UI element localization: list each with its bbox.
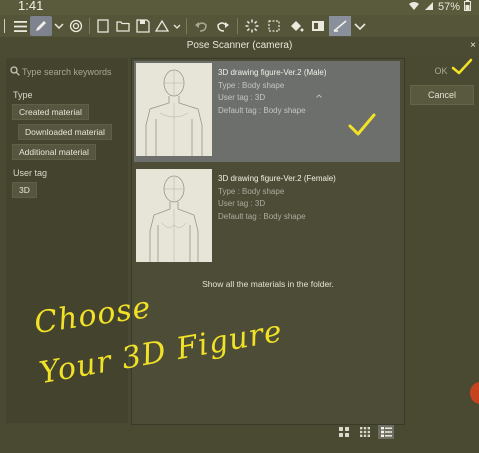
checkmark-icon	[451, 58, 473, 75]
material-name: 3D drawing figure-Ver.2 (Female)	[218, 174, 336, 183]
save-icon[interactable]	[133, 16, 153, 36]
camera-layer-icon[interactable]	[66, 16, 86, 36]
undo-icon[interactable]	[190, 16, 212, 36]
hamburger-menu-icon[interactable]	[10, 16, 30, 36]
view-mode-bar	[336, 425, 394, 439]
male-figure-thumbnail	[136, 63, 212, 156]
small-thumbnail-view-icon[interactable]	[357, 425, 373, 439]
type-label: Type	[13, 90, 33, 100]
export-icon[interactable]	[153, 16, 171, 36]
dialog-title: Pose Scanner (camera)	[186, 40, 293, 51]
close-button[interactable]: ×	[470, 37, 476, 55]
female-figure-thumbnail	[136, 169, 212, 262]
male-material-meta: 3D drawing figure-Ver.2 (Male) Type : Bo…	[218, 67, 327, 117]
type-downloaded-material-button[interactable]: Downloaded material	[18, 124, 112, 140]
user-tag-label: User tag	[13, 168, 48, 178]
material-default-tag: Default tag : Body shape	[218, 211, 306, 221]
wifi-icon	[408, 1, 420, 14]
material-user-tag: User tag : 3D	[218, 199, 266, 208]
redo-icon[interactable]	[212, 16, 234, 36]
fill-bucket-icon[interactable]	[285, 16, 307, 36]
signal-icon	[424, 1, 434, 14]
chevron-down-icon[interactable]	[351, 16, 369, 36]
checkmark-icon	[348, 113, 376, 136]
material-item-female[interactable]: 3D drawing figure-Ver.2 (Female) Type : …	[134, 167, 400, 268]
material-type: Type : Body shape	[218, 80, 285, 90]
chevron-up-icon	[316, 93, 322, 100]
user-tag-3d-button[interactable]: 3D	[12, 182, 37, 198]
battery-text: 57%	[437, 1, 460, 13]
battery-icon	[464, 0, 471, 14]
material-default-tag: Default tag : Body shape	[218, 105, 306, 115]
toolbar-divider	[186, 18, 187, 34]
open-folder-icon[interactable]	[113, 16, 133, 36]
dialog-title-bar: Pose Scanner (camera) ×	[0, 37, 479, 55]
search-field[interactable]: Type search keywords	[8, 63, 126, 81]
loading-spinner-icon[interactable]	[241, 16, 263, 36]
pen-tool-icon[interactable]	[30, 16, 52, 36]
type-created-material-button[interactable]: Created material	[12, 104, 89, 120]
layer-property-icon[interactable]	[307, 16, 329, 36]
material-type: Type : Body shape	[218, 186, 285, 196]
toolbar-divider	[237, 18, 238, 34]
show-all-link[interactable]: Show all the materials in the folder.	[132, 279, 404, 289]
search-icon	[8, 65, 22, 79]
app-toolbar	[0, 15, 479, 37]
type-additional-material-button[interactable]: Additional material	[12, 144, 96, 160]
menu-indicator-icon	[0, 16, 10, 36]
detail-list-view-icon[interactable]	[378, 425, 394, 439]
toolbar-divider	[89, 18, 90, 34]
export-dropdown-icon[interactable]	[171, 16, 183, 36]
female-material-meta: 3D drawing figure-Ver.2 (Female) Type : …	[218, 173, 336, 223]
material-name: 3D drawing figure-Ver.2 (Male)	[218, 68, 327, 77]
large-thumbnail-view-icon[interactable]	[336, 425, 352, 439]
ruler-snap-icon[interactable]	[329, 16, 351, 36]
cancel-button[interactable]: Cancel	[410, 85, 474, 105]
transform-icon[interactable]	[263, 16, 285, 36]
material-user-tag: User tag : 3D	[218, 93, 266, 102]
search-input[interactable]: Type search keywords	[22, 67, 112, 77]
new-canvas-icon[interactable]	[93, 16, 113, 36]
status-icons: 57%	[408, 0, 471, 14]
floating-action-button[interactable]	[470, 382, 479, 404]
chevron-down-icon[interactable]	[52, 16, 66, 36]
status-bar: 1:41 57%	[0, 0, 479, 15]
status-time: 1:41	[18, 0, 44, 13]
